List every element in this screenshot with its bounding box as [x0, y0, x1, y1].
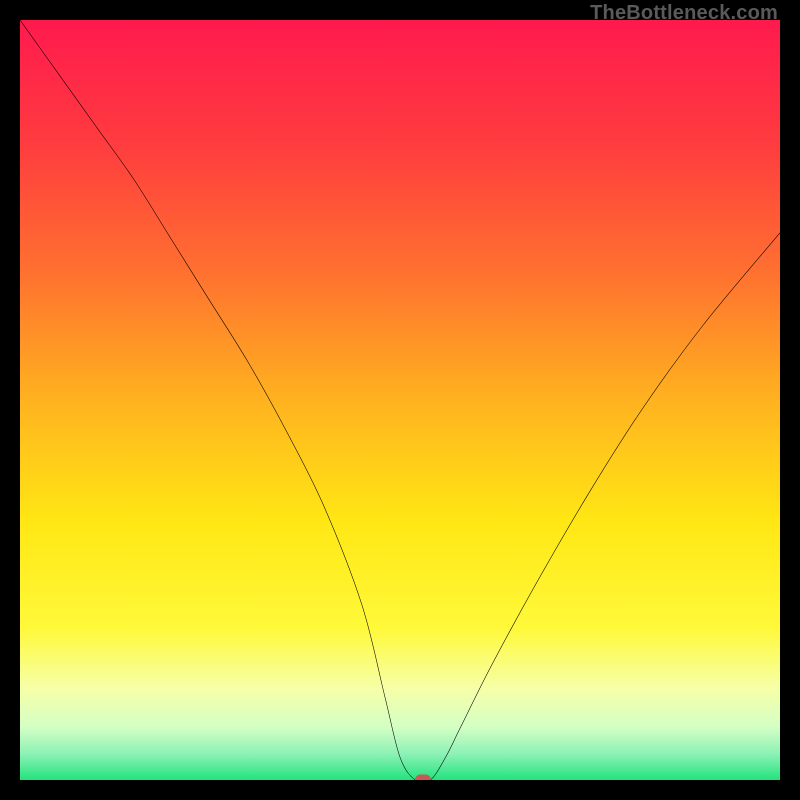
- chart-frame: TheBottleneck.com: [0, 0, 800, 800]
- optimal-point-marker: [415, 775, 431, 781]
- watermark-text: TheBottleneck.com: [590, 2, 778, 25]
- bottleneck-curve: [20, 20, 780, 780]
- plot-area: [20, 20, 780, 780]
